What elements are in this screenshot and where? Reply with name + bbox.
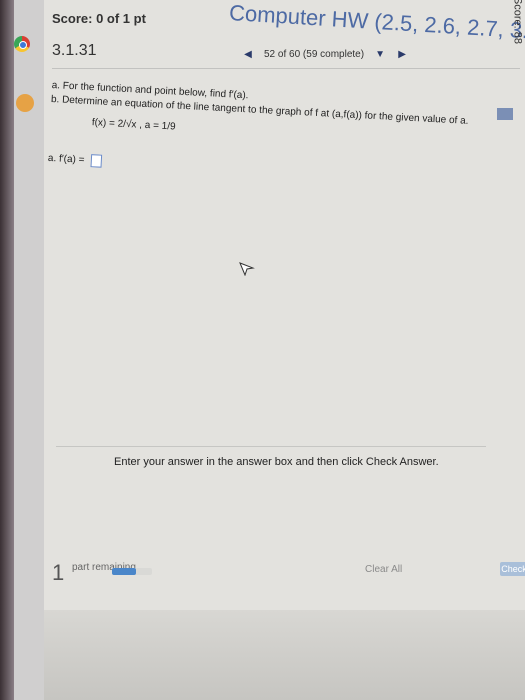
answer-row: a. f′(a) = [48,152,468,187]
progress-bar [112,568,152,575]
score-label: Score: 0 of 1 pt [52,11,146,26]
answer-label: a. f′(a) = [47,152,85,166]
divider [56,446,486,447]
score-row: Score: 0 of 1 pt [52,10,515,36]
hw-score: HW Score: 88 [511,0,523,44]
question-number-row: 3.1.31 ◀ 52 of 60 (59 complete) ▼ ▶ [52,42,520,69]
question-dropdown-icon[interactable]: ▼ [374,48,386,60]
monitor-bezel [0,0,14,700]
homework-page: Computer HW (2.5, 2.6, 2.7, 3.1) Score: … [44,0,525,700]
parts-remaining-count: 1 [52,560,65,585]
clear-all-button[interactable]: Clear All [365,564,402,575]
grid-view-icon[interactable] [497,108,513,120]
next-question-icon[interactable]: ▶ [396,48,408,60]
prev-question-icon[interactable]: ◀ [242,48,254,60]
question-nav: ◀ 52 of 60 (59 complete) ▼ ▶ [242,48,408,60]
page-bottom-area [44,610,525,700]
instructions-text: Enter your answer in the answer box and … [114,456,439,468]
footer: 1 part remaining Clear All Check [52,560,525,620]
check-answer-button[interactable]: Check [500,562,525,576]
answer-input[interactable] [90,154,102,168]
question-number: 3.1.31 [52,42,97,59]
screen: Computer HW (2.5, 2.6, 2.7, 3.1) Score: … [0,0,525,700]
browser-sidebar [14,0,45,700]
mouse-cursor-icon [239,262,255,276]
progress-bar-fill [112,568,136,575]
avatar[interactable] [16,94,34,112]
question-progress-text[interactable]: 52 of 60 (59 complete) [264,49,364,60]
problem-statement: a. For the function and point below, fin… [48,80,472,187]
chrome-icon[interactable] [14,36,30,52]
